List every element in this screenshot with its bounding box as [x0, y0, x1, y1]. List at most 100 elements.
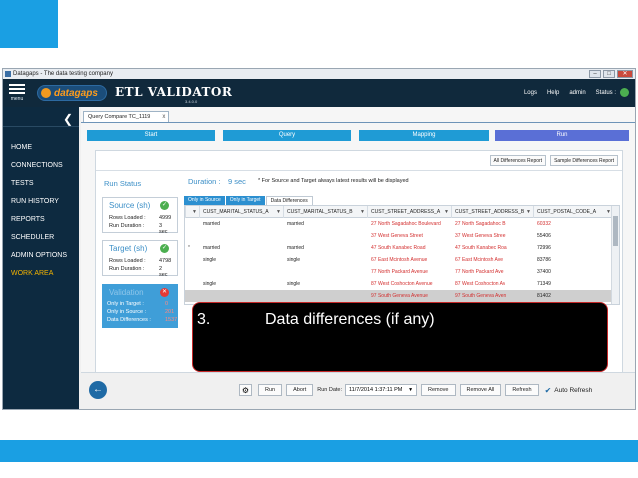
result-tabs: Only in Source Only in Target Data Diffe… [184, 196, 314, 205]
auto-refresh-check-icon[interactable]: ✔ [545, 386, 552, 395]
table-row[interactable]: 37 West Geneva Street 37 West Geneva Str… [185, 230, 613, 242]
step-query[interactable]: Query [223, 130, 351, 141]
remove-button[interactable]: Remove [421, 384, 456, 396]
sidebar-item-work-area[interactable]: WORK AREA [11, 265, 67, 283]
cell-marital-b [283, 290, 287, 302]
step-mapping[interactable]: Mapping [359, 130, 489, 141]
header-links: Logs Help admin Status : [524, 88, 629, 97]
run-controls: ⚙ Run Abort Run Date: 11/7/2014 1:37:11 … [239, 383, 592, 397]
column-header[interactable]: CUST_STREET_ADDRESS_A ▼ [367, 206, 451, 218]
cell-address-b: 27 North Sagadahoc B [455, 221, 506, 227]
filter-icon[interactable]: ▼ [276, 206, 281, 218]
target-duration-row: Run Duration : 2 sec [109, 266, 168, 278]
cell-postal-a: 83786 [537, 257, 551, 263]
wizard-steps: Start Query Mapping Run [87, 130, 629, 141]
table-row[interactable]: married married 47 South Kanabec Road 47… [185, 242, 613, 254]
check-icon: ✓ [160, 201, 169, 210]
slide-corner-block [0, 0, 58, 48]
cell-address-b: 37 West Geneva Stree [455, 233, 506, 239]
cell-address-b: 97 South Geneva Aven [455, 293, 507, 299]
hamburger-icon [6, 84, 28, 94]
table-row[interactable]: single single 67 East Mcintosh Avenue 67… [185, 254, 613, 266]
differences-row: Data Differences : 1537 [107, 317, 177, 323]
run-button[interactable]: Run [258, 384, 283, 396]
filter-icon[interactable]: ▼ [360, 206, 365, 218]
filter-icon[interactable]: ▼ [526, 206, 531, 218]
grid-scrollbar[interactable] [611, 206, 619, 304]
validation-card[interactable]: Validation ✕ Only in Target : 0 Only in … [102, 284, 178, 328]
menu-button[interactable]: menu [6, 82, 28, 104]
table-row[interactable]: 77 North Packard Avenue 77 North Packard… [185, 266, 613, 278]
cell-marital-a [199, 266, 203, 278]
cell-address-a: 37 West Geneva Street [371, 233, 423, 239]
cell-marital-b: married [287, 221, 304, 227]
target-duration-label: Run Duration : [109, 266, 145, 272]
sidebar-item-reports[interactable]: REPORTS [11, 211, 67, 229]
sidebar-item-tests[interactable]: TESTS [11, 175, 67, 193]
only-source-label: Only in Source : [107, 309, 147, 315]
cell-postal-a: 37400 [537, 269, 551, 275]
step-run[interactable]: Run [495, 130, 629, 141]
table-row[interactable]: single single 87 West Coshocton Avenue 8… [185, 278, 613, 290]
error-icon: ✕ [160, 288, 169, 297]
cell-marital-b [283, 230, 287, 242]
column-header-label: CUST_MARITAL_STATUS_A [203, 209, 269, 215]
chevron-left-icon[interactable]: ❮ [63, 113, 73, 126]
run-date-select[interactable]: 11/7/2014 1:37:11 PM ▼ [345, 384, 418, 396]
status-label: Status : [595, 89, 616, 96]
column-header[interactable]: CUST_MARITAL_STATUS_A ▼ [199, 206, 283, 218]
callout-text: Data differences (if any) [265, 311, 435, 328]
tab-only-in-target[interactable]: Only in Target [225, 196, 265, 205]
table-row-selected[interactable]: 97 South Geneva Avenue 97 South Geneva A… [185, 290, 613, 302]
help-link[interactable]: Help [547, 90, 559, 96]
column-header[interactable]: CUST_MARITAL_STATUS_B ▼ [283, 206, 367, 218]
menu-label: menu [10, 96, 24, 102]
column-header-label: CUST_POSTAL_CODE_A [537, 209, 597, 215]
tab-close-icon[interactable]: x [162, 112, 165, 122]
callout-overlay: 3. Data differences (if any) [192, 302, 608, 372]
sidebar-item-scheduler[interactable]: SCHEDULER [11, 229, 67, 247]
sidebar-item-admin-options[interactable]: ADMIN OPTIONS [11, 247, 67, 265]
cell-marital-a: married [203, 245, 220, 251]
filter-icon[interactable]: ▼ [444, 206, 449, 218]
column-header[interactable]: CUST_STREET_ADDRESS_B ▼ [451, 206, 533, 218]
source-rows-row: Rows Loaded : 4999 [109, 215, 171, 221]
chevron-down-icon: ▼ [408, 387, 414, 393]
back-arrow-icon[interactable]: ← [89, 381, 107, 399]
cell-address-b: 47 South Kanabec Roa [455, 245, 507, 251]
latest-results-note: * For Source and Target always latest re… [258, 178, 409, 184]
tab-only-in-source[interactable]: Only in Source [184, 196, 225, 205]
remove-all-button[interactable]: Remove All [459, 384, 502, 396]
abort-button[interactable]: Abort [286, 384, 314, 396]
gear-icon[interactable]: ⚙ [239, 384, 252, 396]
sidebar-item-connections[interactable]: CONNECTIONS [11, 157, 67, 175]
all-differences-report-button[interactable]: All Differences Report [489, 155, 547, 166]
tab-data-differences[interactable]: Data Differences [265, 196, 313, 205]
sidebar-item-home[interactable]: HOME [11, 139, 67, 157]
only-source-value: 201 [165, 309, 175, 315]
source-card[interactable]: Source (sh) ✓ Rows Loaded : 4999 Run Dur… [102, 197, 178, 235]
logo-mark-icon [41, 88, 51, 98]
tab-query-compare[interactable]: Query Compare TC_1119 x [83, 111, 170, 122]
app-header: menu datagaps ETL VALIDATOR 3.4.0.0 Logs… [3, 79, 635, 107]
refresh-button[interactable]: Refresh [505, 384, 539, 396]
logs-link[interactable]: Logs [524, 90, 537, 96]
maximize-icon[interactable]: □ [603, 70, 615, 78]
filter-icon[interactable]: ▼ [192, 206, 197, 218]
close-icon[interactable]: ✕ [617, 70, 633, 78]
source-duration-value: 3 sec [159, 223, 168, 235]
window-titlebar: Datagaps - The data testing company – □ … [3, 69, 635, 79]
sample-differences-report-button[interactable]: Sample Differences Report [550, 155, 618, 166]
only-source-row: Only in Source : 201 [107, 309, 174, 315]
target-card[interactable]: Target (sh) ✓ Rows Loaded : 4798 Run Dur… [102, 240, 178, 278]
minimize-icon[interactable]: – [589, 70, 601, 78]
duration-label: Duration : [188, 177, 221, 186]
step-start[interactable]: Start [87, 130, 215, 141]
user-link[interactable]: admin [569, 90, 585, 96]
differences-label: Data Differences : [107, 317, 151, 323]
column-header[interactable]: CUST_POSTAL_CODE_A ▼ [533, 206, 613, 218]
scrollbar-thumb[interactable] [613, 216, 618, 246]
cell-marital-a: married [203, 221, 220, 227]
table-row[interactable]: married married 27 North Sagadahoc Boule… [185, 218, 613, 230]
sidebar-item-run-history[interactable]: RUN HISTORY [11, 193, 67, 211]
